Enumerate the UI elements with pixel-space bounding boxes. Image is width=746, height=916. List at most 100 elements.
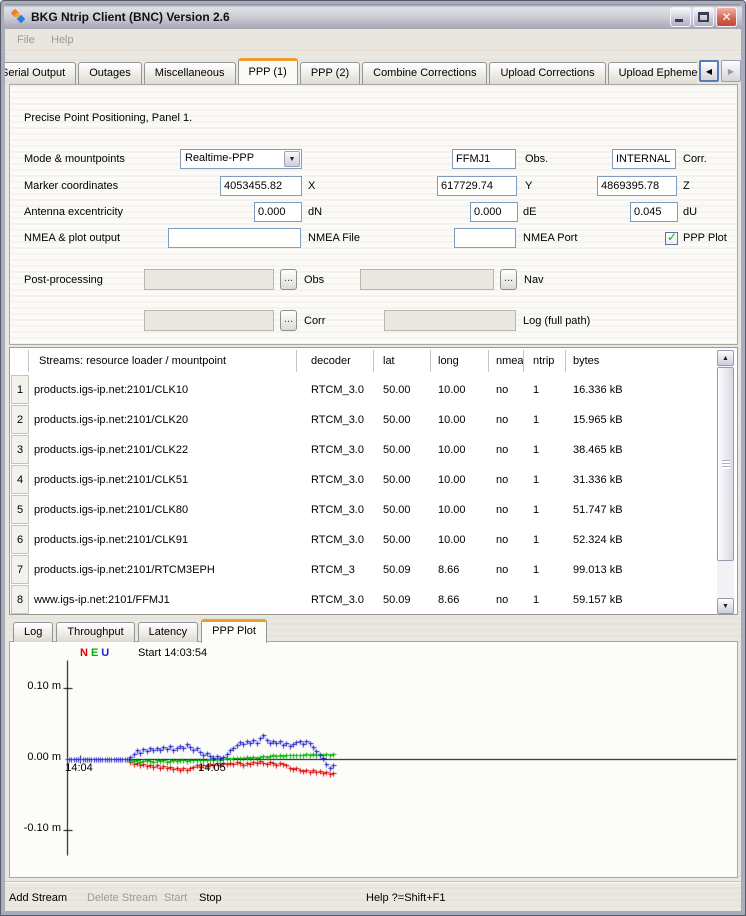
corr-mountpoint-input[interactable]	[612, 149, 676, 169]
post-log-input[interactable]	[384, 310, 516, 331]
cell-mountpoint: products.igs-ip.net:2101/CLK51	[30, 465, 297, 495]
cell-nmea: no	[489, 585, 524, 615]
cell-lat: 50.00	[374, 525, 431, 555]
header-nmea[interactable]: nmea	[489, 350, 524, 372]
scrollbar-down-button[interactable]: ▼	[717, 598, 734, 614]
tab-outages[interactable]: Outages	[78, 62, 142, 84]
scrollbar-up-button[interactable]: ▲	[717, 350, 734, 366]
tab-ppp-1[interactable]: PPP (1)	[238, 58, 298, 84]
mode-combobox[interactable]: Realtime-PPP ▼	[180, 149, 302, 169]
table-row[interactable]: products.igs-ip.net:2101/CLK22 RTCM_3.0 …	[30, 435, 716, 465]
obs-mountpoint-input[interactable]	[452, 149, 516, 169]
post-corr-browse-button[interactable]: ...	[280, 310, 297, 331]
table-row[interactable]: www.igs-ip.net:2101/FFMJ1 RTCM_3.0 50.09…	[30, 585, 716, 615]
tab-serial-output[interactable]: Serial Output	[5, 62, 76, 84]
streams-header-row: Streams: resource loader / mountpoint de…	[10, 350, 716, 372]
cell-nmea: no	[489, 525, 524, 555]
y-suffix-label: Y	[525, 176, 532, 196]
cell-ntrip: 1	[524, 465, 566, 495]
nmea-port-suffix-label: NMEA Port	[523, 228, 577, 248]
post-log-suffix-label: Log (full path)	[523, 311, 590, 331]
cell-bytes: 51.747 kB	[566, 495, 716, 525]
scrollbar-thumb[interactable]	[717, 367, 734, 561]
cell-mountpoint: products.igs-ip.net:2101/CLK22	[30, 435, 297, 465]
menu-help[interactable]: Help	[51, 29, 74, 51]
header-long[interactable]: long	[431, 350, 489, 372]
cell-nmea: no	[489, 375, 524, 405]
add-stream-button[interactable]: Add Stream	[9, 884, 67, 913]
cell-long: 10.00	[431, 525, 489, 555]
nmea-file-input[interactable]	[168, 228, 301, 248]
delete-stream-button[interactable]: Delete Stream	[87, 884, 157, 913]
ytick-label: 0.10 m	[17, 680, 61, 693]
cell-decoder: RTCM_3	[297, 555, 374, 585]
cell-ntrip: 1	[524, 585, 566, 615]
post-corr-input[interactable]	[144, 310, 274, 331]
tab-ppp-2[interactable]: PPP (2)	[300, 62, 360, 84]
tab-miscellaneous[interactable]: Miscellaneous	[144, 62, 236, 84]
x-suffix-label: X	[308, 176, 315, 196]
close-icon: ✕	[721, 10, 731, 24]
cell-ntrip: 1	[524, 435, 566, 465]
tab-ppp-plot[interactable]: PPP Plot	[201, 619, 267, 643]
tab-log[interactable]: Log	[13, 622, 53, 642]
ppp-plot-checkbox[interactable]: ✓	[665, 232, 678, 245]
menu-file[interactable]: File	[17, 29, 35, 51]
close-button[interactable]: ✕	[716, 7, 737, 27]
tab-scroll-left-button[interactable]: ◀	[699, 60, 719, 82]
stop-button[interactable]: Stop	[199, 884, 222, 913]
cell-ntrip: 1	[524, 495, 566, 525]
cell-nmea: no	[489, 435, 524, 465]
antenna-de-input[interactable]	[470, 202, 518, 222]
vertical-scrollbar[interactable]: ▲ ▼	[717, 350, 734, 614]
post-obs-browse-button[interactable]: ...	[280, 269, 297, 290]
dn-suffix-label: dN	[308, 202, 322, 222]
table-row[interactable]: products.igs-ip.net:2101/CLK51 RTCM_3.0 …	[30, 465, 716, 495]
ellipsis-icon: ...	[284, 272, 293, 284]
tab-upload-ephemeris[interactable]: Upload Ephemeris	[608, 62, 697, 84]
cell-decoder: RTCM_3.0	[297, 465, 374, 495]
cell-long: 10.00	[431, 405, 489, 435]
post-nav-browse-button[interactable]: ...	[500, 269, 517, 290]
antenna-du-input[interactable]	[630, 202, 678, 222]
header-decoder[interactable]: decoder	[297, 350, 374, 372]
cell-lat: 50.00	[374, 435, 431, 465]
scroll-up-icon: ▲	[722, 355, 729, 362]
title-bar[interactable]: BKG Ntrip Client (BNC) Version 2.6 ✕	[4, 4, 742, 29]
nmea-port-input[interactable]	[454, 228, 516, 248]
tab-scroll-right-button[interactable]: ▶	[721, 60, 741, 82]
marker-z-input[interactable]	[597, 176, 677, 196]
tab-combine-corrections[interactable]: Combine Corrections	[362, 62, 487, 84]
cell-long: 10.00	[431, 435, 489, 465]
nmea-label: NMEA & plot output	[24, 228, 120, 248]
start-button[interactable]: Start	[164, 884, 187, 913]
table-row[interactable]: products.igs-ip.net:2101/CLK10 RTCM_3.0 …	[30, 375, 716, 405]
cell-nmea: no	[489, 555, 524, 585]
row-number: 7	[11, 555, 29, 584]
post-obs-input[interactable]	[144, 269, 274, 290]
post-nav-input[interactable]	[360, 269, 494, 290]
streams-panel: Streams: resource loader / mountpoint de…	[9, 347, 738, 615]
table-row[interactable]: products.igs-ip.net:2101/CLK91 RTCM_3.0 …	[30, 525, 716, 555]
table-row[interactable]: products.igs-ip.net:2101/RTCM3EPH RTCM_3…	[30, 555, 716, 585]
marker-x-input[interactable]	[220, 176, 302, 196]
antenna-dn-input[interactable]	[254, 202, 302, 222]
cell-lat: 50.00	[374, 375, 431, 405]
header-bytes[interactable]: bytes	[566, 350, 716, 372]
header-ntrip[interactable]: ntrip	[524, 350, 566, 372]
header-mountpoint[interactable]: Streams: resource loader / mountpoint	[29, 350, 297, 372]
table-row[interactable]: products.igs-ip.net:2101/CLK20 RTCM_3.0 …	[30, 405, 716, 435]
tab-throughput[interactable]: Throughput	[56, 622, 134, 642]
tab-latency[interactable]: Latency	[138, 622, 199, 642]
tab-upload-corrections[interactable]: Upload Corrections	[489, 62, 605, 84]
cell-ntrip: 1	[524, 555, 566, 585]
header-lat[interactable]: lat	[374, 350, 431, 372]
marker-y-input[interactable]	[437, 176, 517, 196]
cell-decoder: RTCM_3.0	[297, 405, 374, 435]
cell-mountpoint: products.igs-ip.net:2101/CLK91	[30, 525, 297, 555]
minimize-button[interactable]	[670, 7, 691, 27]
table-row[interactable]: products.igs-ip.net:2101/CLK80 RTCM_3.0 …	[30, 495, 716, 525]
post-corr-suffix-label: Corr	[304, 311, 325, 331]
maximize-button[interactable]	[693, 7, 714, 27]
scroll-left-icon: ◀	[706, 67, 712, 76]
